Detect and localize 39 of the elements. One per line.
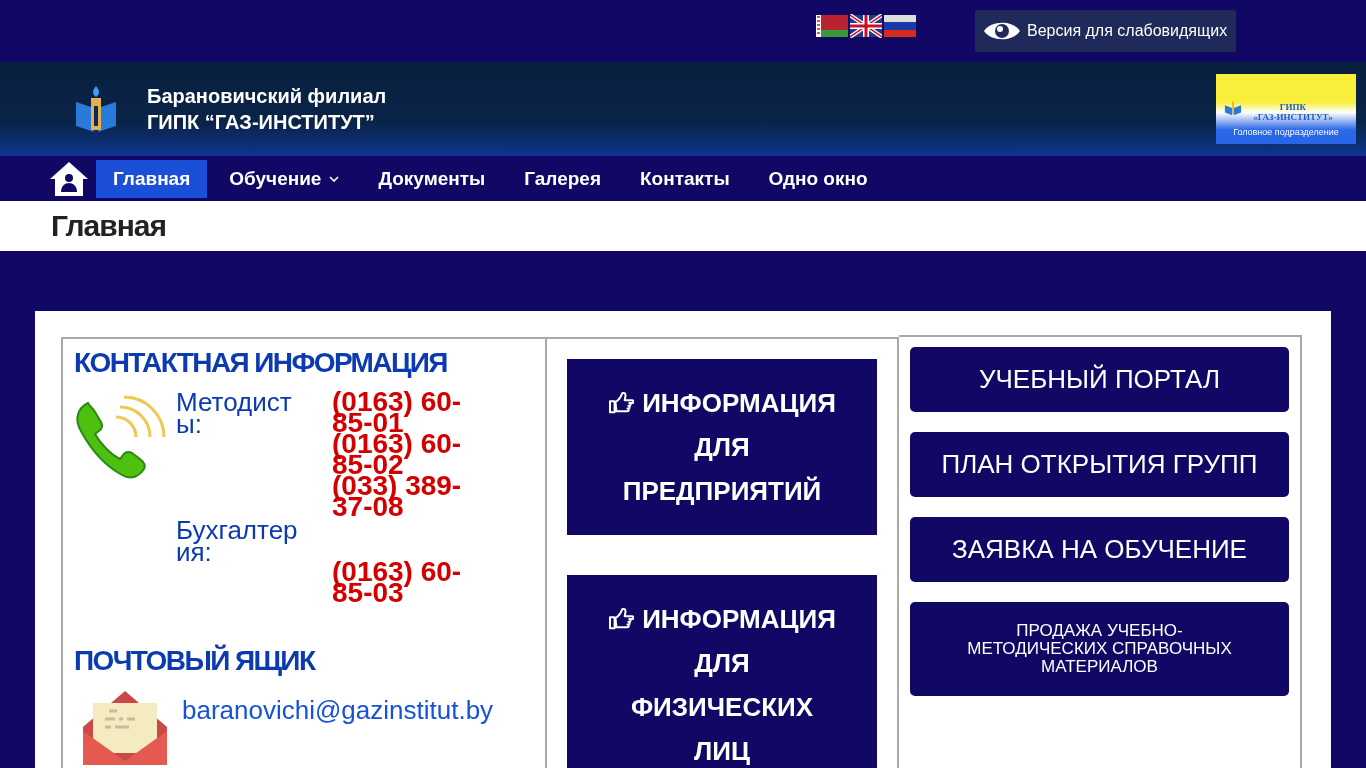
site-title: ГИПК “ГАЗ-ИНСТИТУТ” <box>147 110 376 135</box>
info-button[interactable]: ИНФОРМАЦИЯ ДЛЯ ФИЗИЧЕСКИХ ЛИЦ <box>567 575 877 768</box>
site-title: Барановичский филиал <box>147 84 387 109</box>
accessibility-button[interactable]: Версия для слабовидящих <box>975 10 1236 52</box>
section-heading: КОНТАКТНАЯ ИНФОРМАЦИЯ <box>74 347 448 379</box>
contact-label: Методисты: <box>176 391 293 441</box>
flag-icon[interactable] <box>884 14 916 38</box>
pointing-hand-icon <box>608 608 635 630</box>
contact-label: Бухгалтерия: <box>176 519 299 569</box>
nav-item[interactable]: Галерея <box>507 159 618 198</box>
nav-item[interactable]: Главная <box>96 159 208 198</box>
home-icon[interactable] <box>49 160 89 197</box>
page-title: Главная <box>51 209 166 243</box>
caret-icon <box>329 175 340 182</box>
banner-caption: Головное подразделение <box>1233 127 1339 137</box>
info-button[interactable]: ИНФОРМАЦИЯ ДЛЯ ПРЕДПРИЯТИЙ <box>567 359 877 535</box>
email-link[interactable]: baranovichi@gazinstitut.by <box>182 695 494 765</box>
flag-icon[interactable] <box>816 14 848 38</box>
phone-number[interactable]: (0163) 60-85-01 <box>332 391 482 433</box>
link-button[interactable]: ПЛАН ОТКРЫТИЯ ГРУПП <box>910 432 1289 497</box>
link-button[interactable]: ЗАЯВКА НА ОБУЧЕНИЕ <box>910 517 1289 582</box>
section-heading: ПОЧТОВЫЙ ЯЩИК <box>74 645 317 677</box>
flag-icon[interactable] <box>850 14 882 38</box>
pointing-hand-icon <box>608 392 635 414</box>
banner[interactable]: ГИПК «ГАЗ-ИНСТИТУТ» Головное подразделение <box>1216 74 1356 144</box>
envelope-icon <box>83 691 167 765</box>
phone-number[interactable]: (033) 389-37-08 <box>332 475 482 517</box>
logo-icon[interactable] <box>74 84 118 134</box>
phone-number[interactable]: (0163) 60-85-03 <box>332 561 482 603</box>
nav-item[interactable]: Контакты <box>623 159 747 198</box>
nav-item[interactable]: Документы <box>361 159 503 198</box>
nav-item[interactable]: Одно окно <box>751 159 885 198</box>
link-button[interactable]: ПРОДАЖА УЧЕБНО-МЕТОДИЧЕСКИХ СПРАВОЧНЫХ МАТЕРИАЛОВ <box>910 602 1289 696</box>
banner-text: «ГАЗ-ИНСТИТУТ» <box>1253 112 1333 122</box>
banner-text: ГИПК <box>1278 102 1308 112</box>
phone-number[interactable]: (0163) 60-85-02 <box>332 433 482 475</box>
nav-item[interactable]: Обучение <box>212 159 357 198</box>
link-button[interactable]: УЧЕБНЫЙ ПОРТАЛ <box>910 347 1289 412</box>
logo-icon <box>1224 100 1242 116</box>
